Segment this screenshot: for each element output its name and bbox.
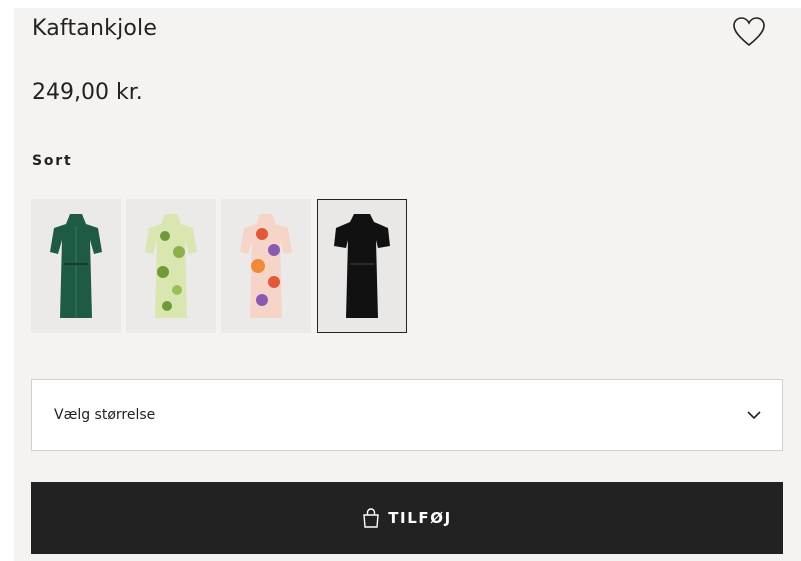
dress-thumbnail <box>145 214 197 318</box>
dress-thumbnail <box>334 214 390 318</box>
heart-icon <box>733 17 765 47</box>
product-title: Kaftankjole <box>32 16 158 41</box>
dress-thumbnail <box>240 214 292 318</box>
swatch-green-floral[interactable] <box>126 199 216 333</box>
shopping-bag-icon <box>363 508 379 528</box>
add-to-bag-button[interactable]: TILFØJ <box>31 482 783 554</box>
product-price: 249,00 kr. <box>32 80 143 105</box>
selected-color-label: Sort <box>32 153 73 169</box>
favorite-button[interactable] <box>730 14 768 50</box>
size-select[interactable]: Vælg størrelse <box>31 379 783 451</box>
swatch-black[interactable] <box>317 199 407 333</box>
add-to-bag-label: TILFØJ <box>388 509 452 527</box>
dress-thumbnail <box>50 214 102 318</box>
swatch-green[interactable] <box>31 199 121 333</box>
swatch-orange-floral[interactable] <box>221 199 311 333</box>
size-select-placeholder: Vælg størrelse <box>54 407 156 423</box>
chevron-down-icon <box>747 411 761 420</box>
